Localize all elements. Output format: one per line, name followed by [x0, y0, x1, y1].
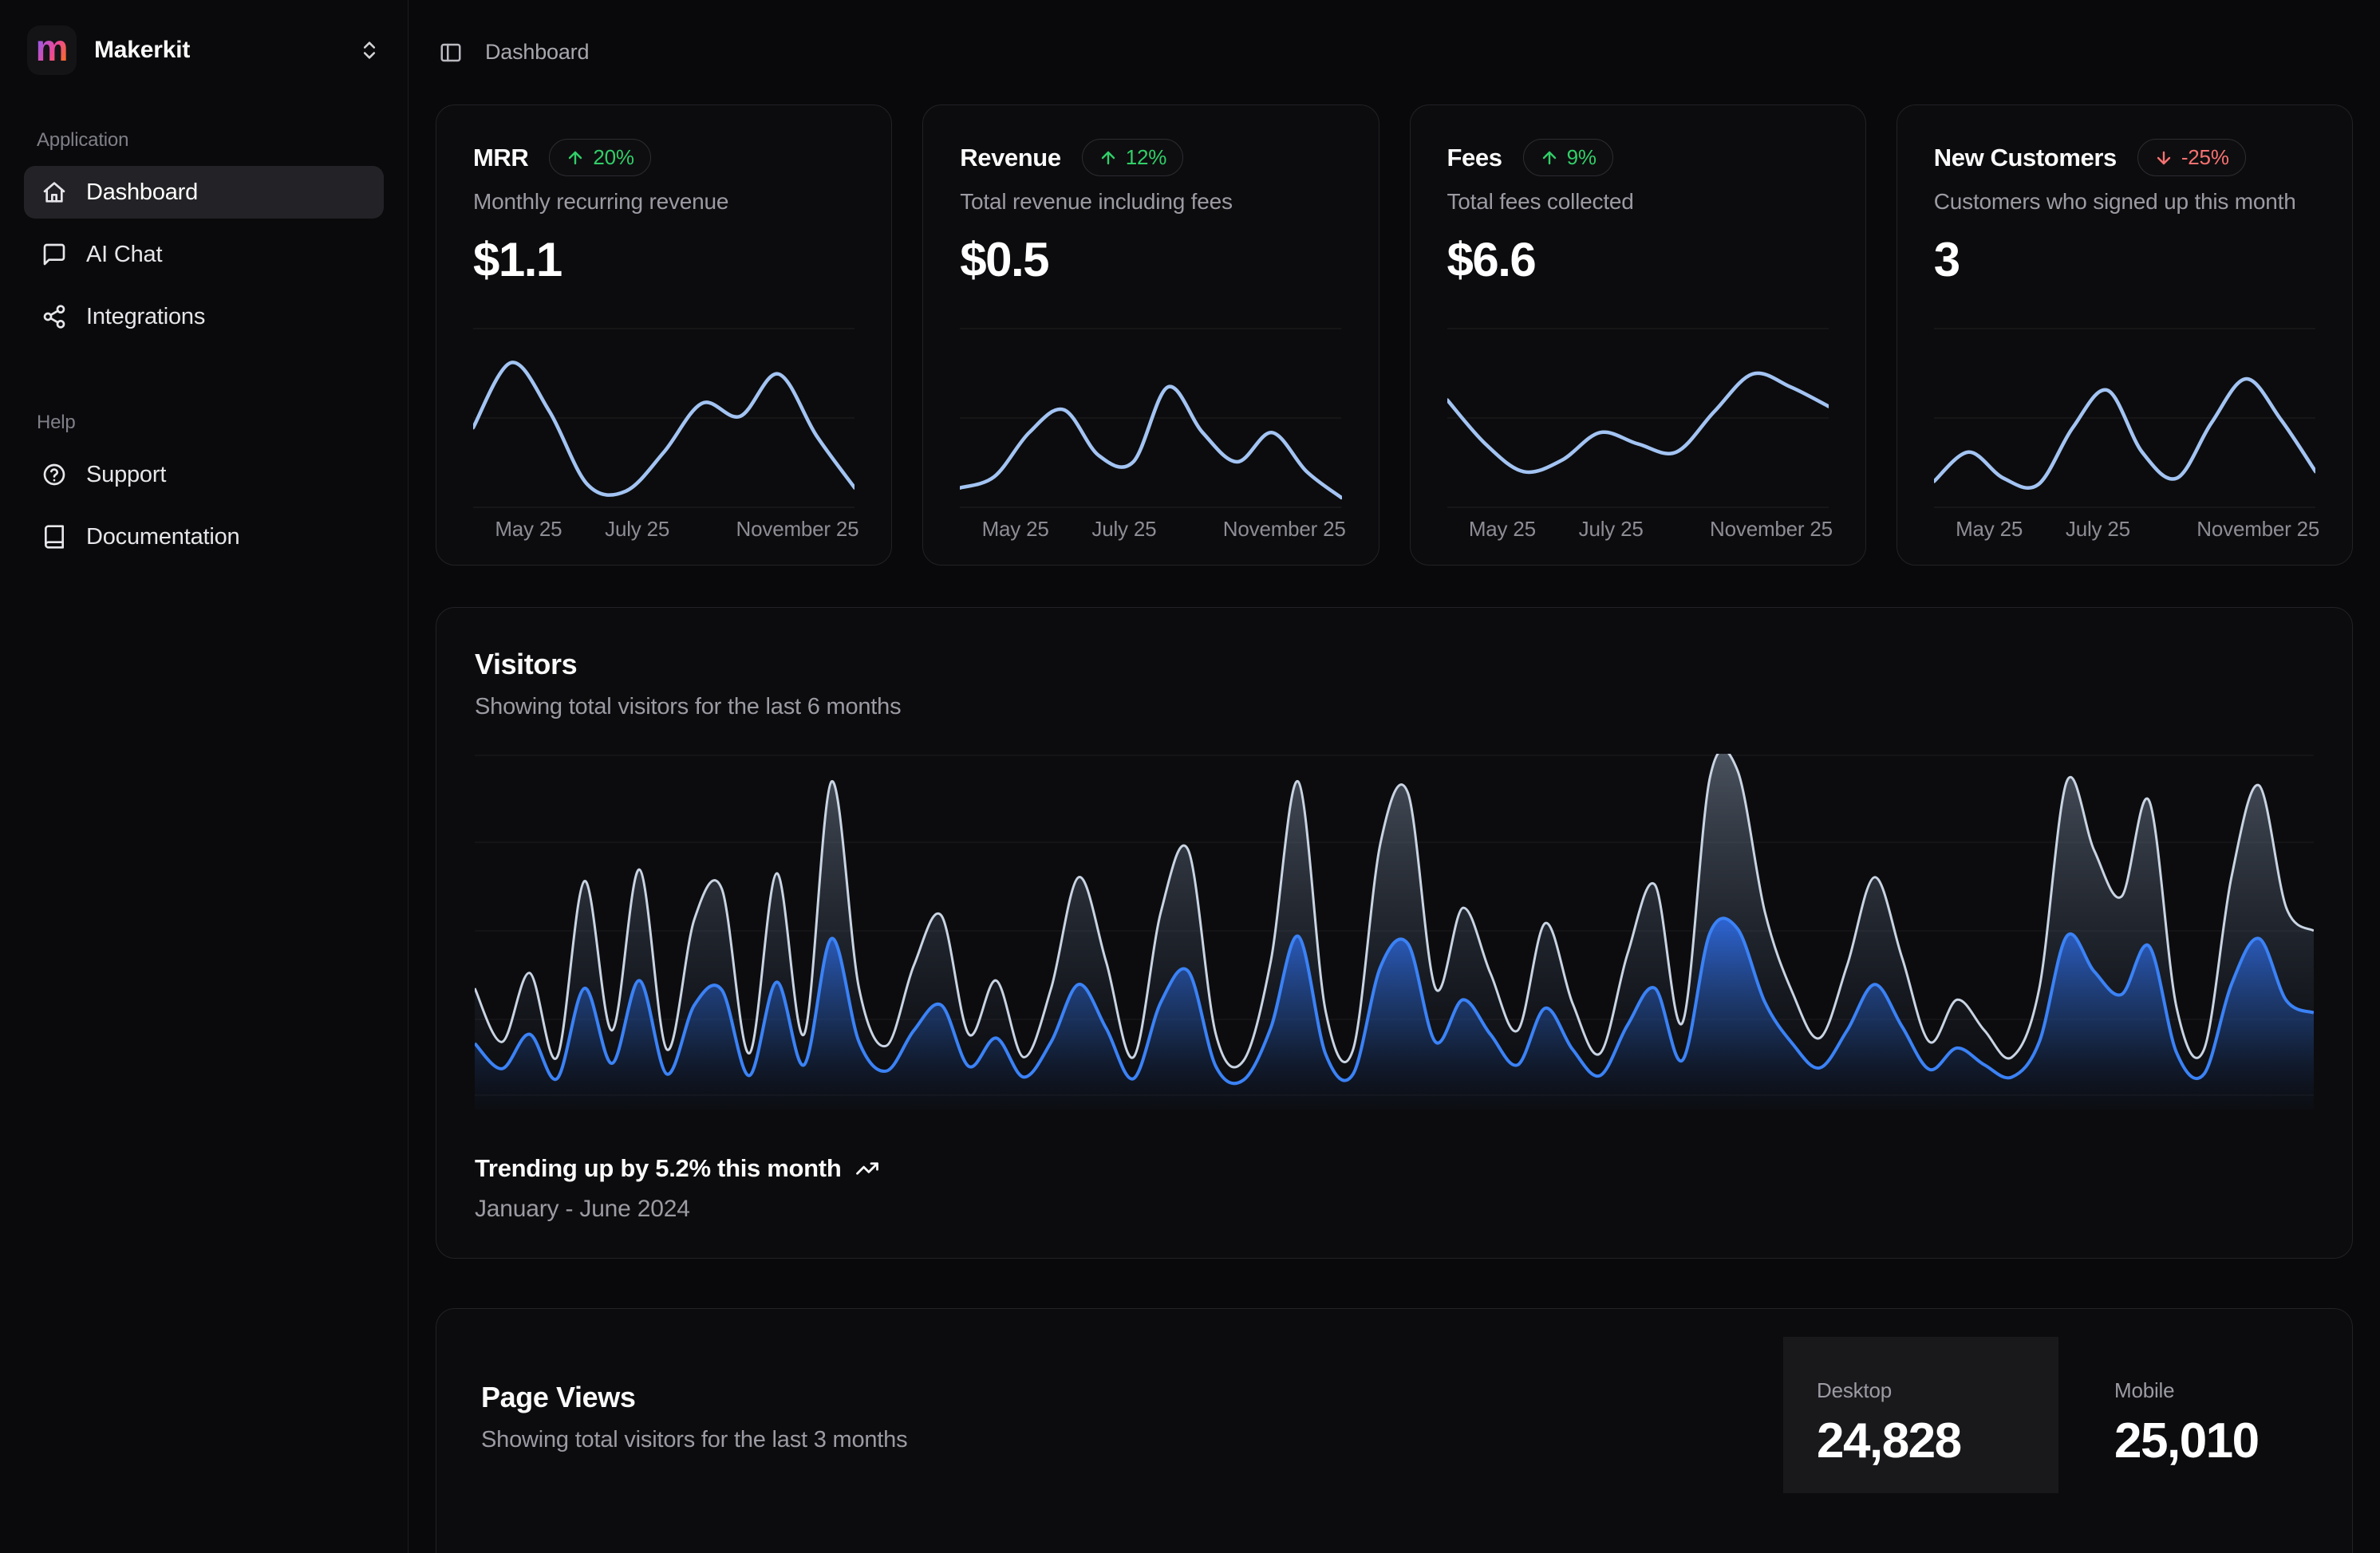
visitors-card: Visitors Showing total visitors for the … [436, 607, 2353, 1259]
sidebar-item-dashboard[interactable]: Dashboard [24, 166, 384, 219]
sidebar-item-integrations[interactable]: Integrations [24, 290, 384, 343]
chat-icon [41, 242, 67, 267]
sparkline-chart [473, 327, 855, 509]
chevrons-up-down-icon [358, 39, 381, 61]
sidebar-item-label: Documentation [86, 524, 239, 550]
x-tick: May 25 [1956, 517, 2023, 542]
sidebar-item-documentation[interactable]: Documentation [24, 510, 384, 563]
stat-subtitle: Customers who signed up this month [1934, 189, 2315, 215]
panel-left-icon[interactable] [439, 41, 463, 65]
x-tick: November 25 [736, 517, 859, 542]
page-views-header: Page Views Showing total visitors for th… [436, 1309, 2352, 1493]
makerkit-logo: m [27, 26, 77, 75]
stat-value: $0.5 [960, 232, 1341, 287]
x-tick: May 25 [982, 517, 1049, 542]
sparkline-x-axis: May 25 July 25 November 25 [1447, 517, 1829, 544]
visitors-footer: Trending up by 5.2% this month January -… [475, 1154, 2314, 1223]
stat-value: 3 [1934, 232, 2315, 287]
stat-card-revenue: Revenue 12% Total revenue including fees… [922, 104, 1379, 566]
page-views-card: Page Views Showing total visitors for th… [436, 1308, 2353, 1553]
stat-title: Fees [1447, 144, 1502, 172]
stat-card-mrr: MRR 20% Monthly recurring revenue $1.1 M… [436, 104, 892, 566]
workspace-selector[interactable]: m Makerkit [24, 24, 384, 77]
stat-value: $1.1 [473, 232, 855, 287]
page-views-desktop-toggle[interactable]: Desktop 24,828 [1783, 1337, 2058, 1493]
page-views-subtitle: Showing total visitors for the last 3 mo… [481, 1427, 1783, 1453]
workspace-name: Makerkit [94, 37, 190, 64]
breadcrumb: Dashboard [439, 40, 2353, 65]
home-icon [41, 179, 67, 205]
sidebar-section-help: Help [37, 412, 384, 434]
desktop-label: Desktop [1817, 1378, 2058, 1403]
x-tick: November 25 [1710, 517, 1833, 542]
x-tick: July 25 [1579, 517, 1644, 542]
sidebar-nav-application: Dashboard AI Chat Integrations [24, 166, 384, 343]
sidebar-item-label: Integrations [86, 304, 205, 330]
stat-card-new-customers: New Customers -25% Customers who signed … [1897, 104, 2353, 566]
x-tick: November 25 [2196, 517, 2319, 542]
x-tick: July 25 [605, 517, 669, 542]
trend-badge-value: 20% [593, 145, 633, 170]
sparkline-x-axis: May 25 July 25 November 25 [960, 517, 1341, 544]
stat-subtitle: Monthly recurring revenue [473, 189, 855, 215]
arrow-down-icon [2154, 148, 2173, 168]
mobile-label: Mobile [2114, 1378, 2352, 1403]
sidebar-item-ai-chat[interactable]: AI Chat [24, 228, 384, 281]
page-views-toggle-group: Desktop 24,828 Mobile 25,010 [1783, 1337, 2352, 1493]
visitors-title: Visitors [475, 648, 2314, 681]
visitors-subtitle: Showing total visitors for the last 6 mo… [475, 694, 2314, 720]
stat-subtitle: Total fees collected [1447, 189, 1829, 215]
sidebar: m Makerkit Application Dashboard AI Chat… [0, 0, 409, 1553]
sidebar-section-application: Application [37, 129, 384, 152]
x-tick: May 25 [495, 517, 562, 542]
sidebar-item-label: Dashboard [86, 179, 198, 206]
visitors-period-text: January - June 2024 [475, 1196, 2314, 1223]
main-content: Dashboard MRR 20% Monthly recurring reve… [409, 0, 2380, 1553]
trend-badge: -25% [2137, 139, 2246, 176]
visitors-trend-text: Trending up by 5.2% this month [475, 1154, 841, 1183]
sidebar-item-label: Support [86, 462, 166, 488]
arrow-up-icon [1540, 148, 1559, 168]
trend-badge: 20% [549, 139, 650, 176]
trend-badge-value: 9% [1567, 145, 1597, 170]
share-icon [41, 304, 67, 329]
x-tick: November 25 [1223, 517, 1346, 542]
stat-title: MRR [473, 144, 528, 172]
page-views-title: Page Views [481, 1381, 1783, 1414]
stat-title: Revenue [960, 144, 1060, 172]
sparkline-x-axis: May 25 July 25 November 25 [473, 517, 855, 544]
trend-badge-value: 12% [1126, 145, 1166, 170]
x-tick: July 25 [2066, 517, 2130, 542]
mobile-value: 25,010 [2114, 1413, 2352, 1469]
stat-value: $6.6 [1447, 232, 1829, 287]
trend-badge: 9% [1523, 139, 1613, 176]
arrow-up-icon [566, 148, 585, 168]
stat-card-fees: Fees 9% Total fees collected $6.6 May 25… [1410, 104, 1866, 566]
book-icon [41, 524, 67, 550]
trend-badge-value: -25% [2181, 145, 2229, 170]
arrow-up-icon [1099, 148, 1118, 168]
sparkline-chart [960, 327, 1341, 509]
trending-up-icon [855, 1157, 879, 1181]
sparkline-chart [1934, 327, 2315, 509]
sidebar-nav-help: Support Documentation [24, 448, 384, 563]
stat-title: New Customers [1934, 144, 2117, 172]
sidebar-item-label: AI Chat [86, 242, 162, 268]
visitors-area-chart [475, 754, 2314, 1110]
stats-grid: MRR 20% Monthly recurring revenue $1.1 M… [436, 104, 2353, 566]
sidebar-item-support[interactable]: Support [24, 448, 384, 501]
help-circle-icon [41, 462, 67, 487]
desktop-value: 24,828 [1817, 1413, 2058, 1469]
page-views-mobile-toggle[interactable]: Mobile 25,010 [2058, 1337, 2352, 1493]
x-tick: May 25 [1469, 517, 1536, 542]
trend-badge: 12% [1082, 139, 1183, 176]
sparkline-x-axis: May 25 July 25 November 25 [1934, 517, 2315, 544]
stat-subtitle: Total revenue including fees [960, 189, 1341, 215]
x-tick: July 25 [1091, 517, 1156, 542]
sparkline-chart [1447, 327, 1829, 509]
breadcrumb-current-page: Dashboard [485, 40, 589, 65]
